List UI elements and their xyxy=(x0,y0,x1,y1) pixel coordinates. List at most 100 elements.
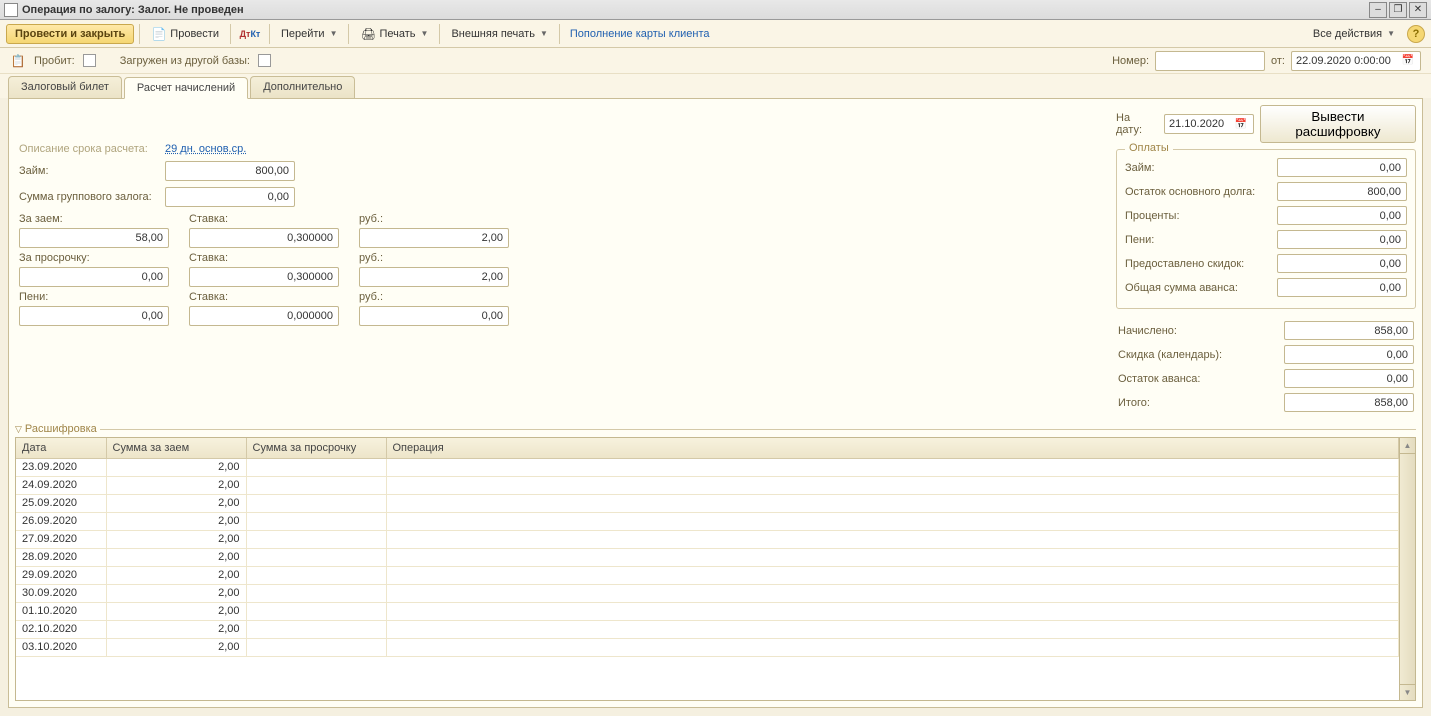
col-amt-loan[interactable]: Сумма за заем xyxy=(106,438,246,458)
p-debt-value: 800,00 xyxy=(1277,182,1407,201)
peni-rate-field[interactable]: 0,000000 xyxy=(189,306,339,326)
rate-label-3: Ставка: xyxy=(189,291,339,303)
card-topup-link[interactable]: Пополнение карты клиента xyxy=(565,26,715,42)
col-operation[interactable]: Операция xyxy=(386,438,1399,458)
scroll-up-icon[interactable]: ▲ xyxy=(1400,438,1415,454)
table-row[interactable]: 24.09.20202,00 xyxy=(16,476,1399,494)
group-field[interactable]: 0,00 xyxy=(165,187,295,207)
help-button[interactable]: ? xyxy=(1407,25,1425,43)
peni-label: Пени: xyxy=(19,291,169,303)
calendar-icon[interactable]: 📅 xyxy=(1233,116,1249,132)
number-field[interactable] xyxy=(1155,51,1265,71)
table-row[interactable]: 27.09.20202,00 xyxy=(16,530,1399,548)
ondate-field[interactable]: 21.10.2020 📅 xyxy=(1164,114,1254,134)
minimize-button[interactable]: – xyxy=(1369,2,1387,18)
p-advance-value: 0,00 xyxy=(1277,278,1407,297)
for-loan-amount-field[interactable]: 58,00 xyxy=(19,228,169,248)
collapse-icon[interactable]: ▽ xyxy=(15,424,22,435)
overdue-rate-field[interactable]: 0,300000 xyxy=(189,267,339,287)
col-date[interactable]: Дата xyxy=(16,438,106,458)
print-label: Печать xyxy=(379,28,415,40)
calendar-icon[interactable]: 📅 xyxy=(1400,53,1416,69)
detail-legend: Расшифровка xyxy=(25,423,97,435)
t-total-value: 858,00 xyxy=(1284,393,1414,412)
table-row[interactable]: 02.10.20202,00 xyxy=(16,620,1399,638)
tab-ticket[interactable]: Залоговый билет xyxy=(8,76,122,98)
scroll-down-icon[interactable]: ▼ xyxy=(1400,684,1415,700)
for-loan-rate-field[interactable]: 0,300000 xyxy=(189,228,339,248)
t-advrest-label: Остаток аванса: xyxy=(1118,373,1284,385)
loaded-checkbox[interactable] xyxy=(258,54,271,67)
t-caldisc-value: 0,00 xyxy=(1284,345,1414,364)
detail-table[interactable]: Дата Сумма за заем Сумма за просрочку Оп… xyxy=(16,438,1399,657)
external-print-menu[interactable]: Внешняя печать ▼ xyxy=(445,25,553,43)
toolbar: Провести и закрыть 📄 Провести ДтКт Перей… xyxy=(0,20,1431,48)
goto-label: Перейти xyxy=(281,28,325,40)
t-accrued-value: 858,00 xyxy=(1284,321,1414,340)
number-label: Номер: xyxy=(1112,55,1149,67)
desc-link[interactable]: 29 дн. основ.ср. xyxy=(165,143,246,155)
all-actions-menu[interactable]: Все действия ▼ xyxy=(1307,25,1401,43)
post-icon: 📄 xyxy=(151,26,167,42)
col-amt-over[interactable]: Сумма за просрочку xyxy=(246,438,386,458)
calc-form: Описание срока расчета: 29 дн. основ.ср.… xyxy=(15,105,1106,417)
from-date-field[interactable]: 22.09.2020 0:00:00 📅 xyxy=(1291,51,1421,71)
table-row[interactable]: 01.10.20202,00 xyxy=(16,602,1399,620)
for-loan-rub-field[interactable]: 2,00 xyxy=(359,228,509,248)
post-button[interactable]: 📄 Провести xyxy=(145,23,225,45)
rate-label-2: Ставка: xyxy=(189,252,339,264)
t-caldisc-label: Скидка (календарь): xyxy=(1118,349,1284,361)
extprint-label: Внешняя печать xyxy=(451,28,534,40)
probit-checkbox[interactable] xyxy=(83,54,96,67)
p-peni-value: 0,00 xyxy=(1277,230,1407,249)
p-advance-label: Общая сумма аванса: xyxy=(1125,282,1277,294)
rub-label-3: руб.: xyxy=(359,291,509,303)
for-loan-label: За заем: xyxy=(19,213,169,225)
p-loan-label: Займ: xyxy=(1125,162,1277,174)
dropdown-icon: ▼ xyxy=(1387,29,1395,38)
close-button[interactable]: ✕ xyxy=(1409,2,1427,18)
loaded-label: Загружен из другой базы: xyxy=(120,55,250,67)
overdue-rub-field[interactable]: 2,00 xyxy=(359,267,509,287)
payments-legend: Оплаты xyxy=(1125,142,1173,154)
restore-button[interactable]: ❐ xyxy=(1389,2,1407,18)
dropdown-icon: ▼ xyxy=(421,29,429,38)
table-row[interactable]: 23.09.20202,00 xyxy=(16,458,1399,476)
post-label: Провести xyxy=(170,28,219,40)
table-row[interactable]: 26.09.20202,00 xyxy=(16,512,1399,530)
dropdown-icon: ▼ xyxy=(330,29,338,38)
t-advrest-value: 0,00 xyxy=(1284,369,1414,388)
summary-panel: На дату: 21.10.2020 📅 Вывести расшифровк… xyxy=(1116,105,1416,417)
detail-section: ▽ Расшифровка Дата Сумма за заем Сумма з… xyxy=(9,423,1422,707)
rub-label: руб.: xyxy=(359,213,509,225)
overdue-amount-field[interactable]: 0,00 xyxy=(19,267,169,287)
goto-menu[interactable]: Перейти ▼ xyxy=(275,25,344,43)
table-row[interactable]: 03.10.20202,00 xyxy=(16,638,1399,656)
dropdown-icon: ▼ xyxy=(540,29,548,38)
table-row[interactable]: 25.09.20202,00 xyxy=(16,494,1399,512)
document-icon xyxy=(4,3,18,17)
decode-button[interactable]: Вывести расшифровку xyxy=(1260,105,1416,143)
peni-rub-field[interactable]: 0,00 xyxy=(359,306,509,326)
submit-and-close-button[interactable]: Провести и закрыть xyxy=(6,24,134,44)
p-discount-value: 0,00 xyxy=(1277,254,1407,273)
tab-calc[interactable]: Расчет начислений xyxy=(124,77,248,99)
infobar: 📋 Пробит: Загружен из другой базы: Номер… xyxy=(0,48,1431,74)
loan-field[interactable]: 800,00 xyxy=(165,161,295,181)
table-row[interactable]: 30.09.20202,00 xyxy=(16,584,1399,602)
print-menu[interactable]: 🖨 Печать ▼ xyxy=(354,23,434,45)
totals-block: Начислено:858,00 Скидка (календарь):0,00… xyxy=(1116,321,1416,412)
tab-extra[interactable]: Дополнительно xyxy=(250,76,355,98)
table-row[interactable]: 29.09.20202,00 xyxy=(16,566,1399,584)
scrollbar[interactable]: ▲ ▼ xyxy=(1399,438,1415,700)
p-interest-value: 0,00 xyxy=(1277,206,1407,225)
overdue-label: За просрочку: xyxy=(19,252,169,264)
p-peni-label: Пени: xyxy=(1125,234,1277,246)
table-row[interactable]: 28.09.20202,00 xyxy=(16,548,1399,566)
dtkt-button[interactable]: ДтКт xyxy=(236,23,264,45)
t-total-label: Итого: xyxy=(1118,397,1284,409)
detail-table-wrap: Дата Сумма за заем Сумма за просрочку Оп… xyxy=(15,437,1416,701)
all-actions-label: Все действия xyxy=(1313,28,1382,40)
peni-amount-field[interactable]: 0,00 xyxy=(19,306,169,326)
p-loan-value: 0,00 xyxy=(1277,158,1407,177)
